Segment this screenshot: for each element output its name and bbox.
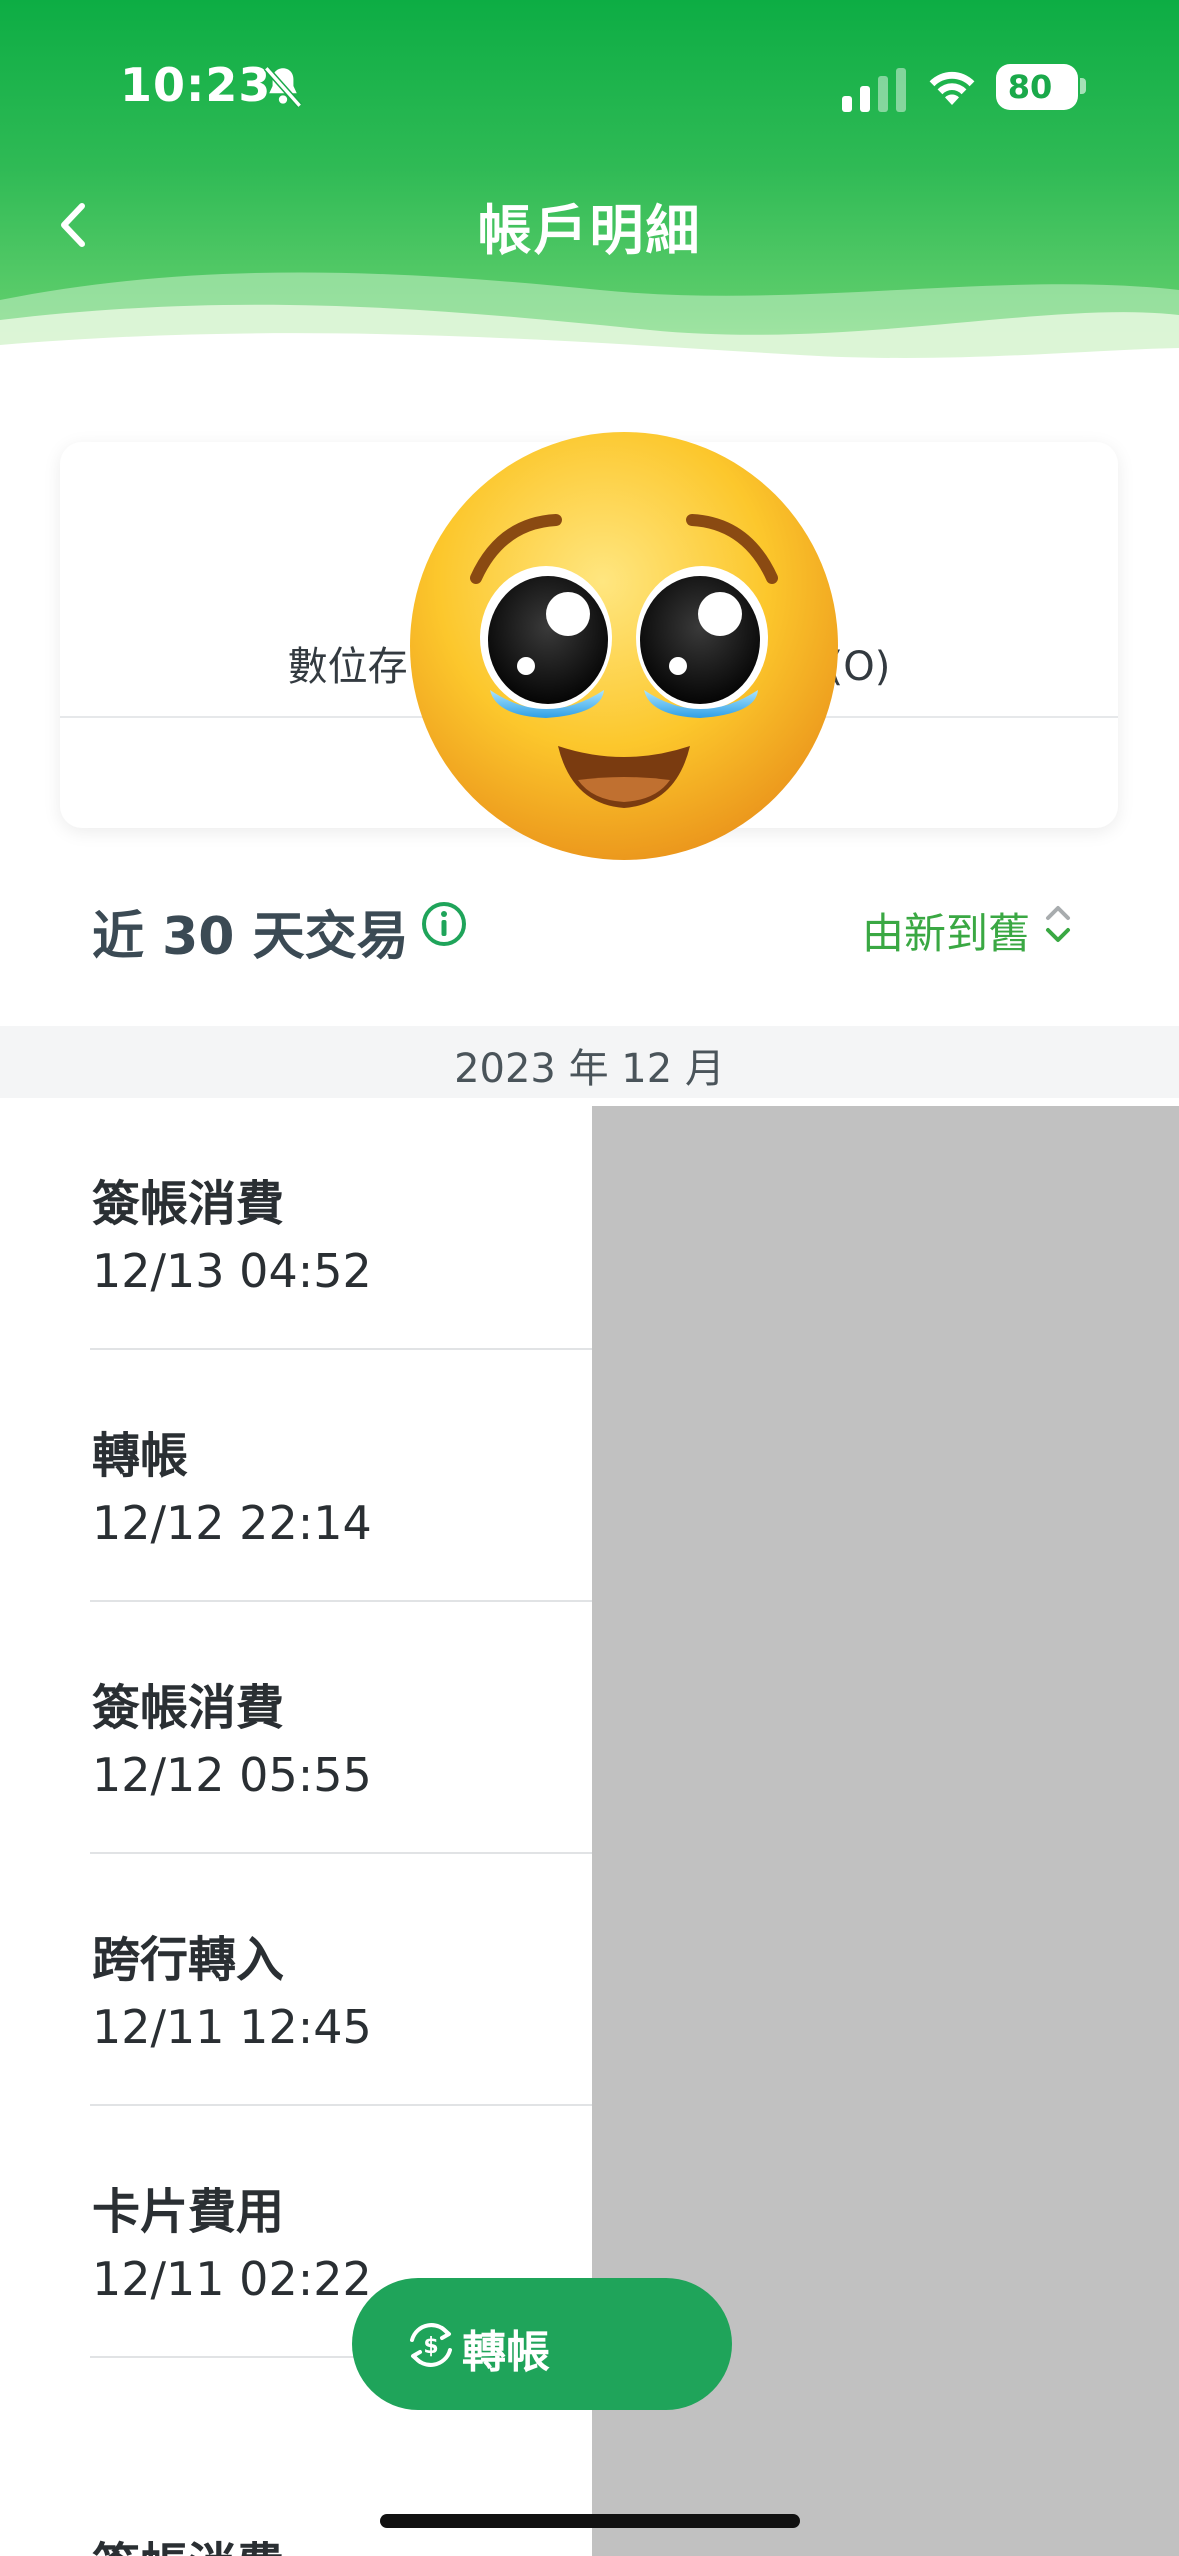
transfer-button[interactable]: $ 轉帳 [352,2278,732,2410]
transaction-type: 簽帳消費 [92,2526,284,2556]
signal-icon [842,68,906,112]
transaction-time: 12/11 02:22 [92,2252,372,2306]
transaction-type: 轉帳 [92,1428,189,1484]
header-waves [0,272,1179,370]
sort-chevrons-icon[interactable] [1040,900,1076,948]
info-icon[interactable] [420,900,468,948]
battery-level: 80 [1007,68,1053,106]
pleading-face-emoji-icon [410,432,838,860]
transaction-time: 12/13 04:52 [92,1244,372,1298]
page-title: 帳戶明細 [477,199,702,262]
transaction-time: 12/11 12:45 [92,2000,372,2054]
sort-order-button[interactable]: 由新到舊 [862,900,1030,961]
svg-text:$: $ [423,2334,438,2359]
battery-cap [1080,78,1086,94]
home-indicator[interactable] [380,2514,800,2528]
status-time: 10:23 [120,58,272,112]
transfer-dollar-icon: $ [410,2323,452,2367]
wifi-icon [929,71,975,105]
transaction-time: 12/12 22:14 [92,1496,372,1550]
battery-indicator: 80 [996,64,1078,110]
account-type-prefix: 數位存 [287,644,408,690]
month-header: 2023 年 12 月 [0,1026,1179,1098]
transaction-type: 簽帳消費 [92,1176,285,1232]
bell-slash-icon [263,66,303,108]
transaction-type: 跨行轉入 [92,1932,285,1988]
transaction-type: 簽帳消費 [92,1680,285,1736]
transaction-type: 卡片費用 [92,2184,285,2240]
transfer-button-label: 轉帳 [462,2327,550,2378]
status-bar: 10:23 80 [0,52,1179,122]
header: 10:23 80 帳戶明細 [0,0,1179,370]
month-label: 2023 年 12 月 [454,1046,725,1092]
section-title: 近 30 天交易 [92,907,409,967]
transaction-time: 12/12 05:55 [92,1748,372,1802]
